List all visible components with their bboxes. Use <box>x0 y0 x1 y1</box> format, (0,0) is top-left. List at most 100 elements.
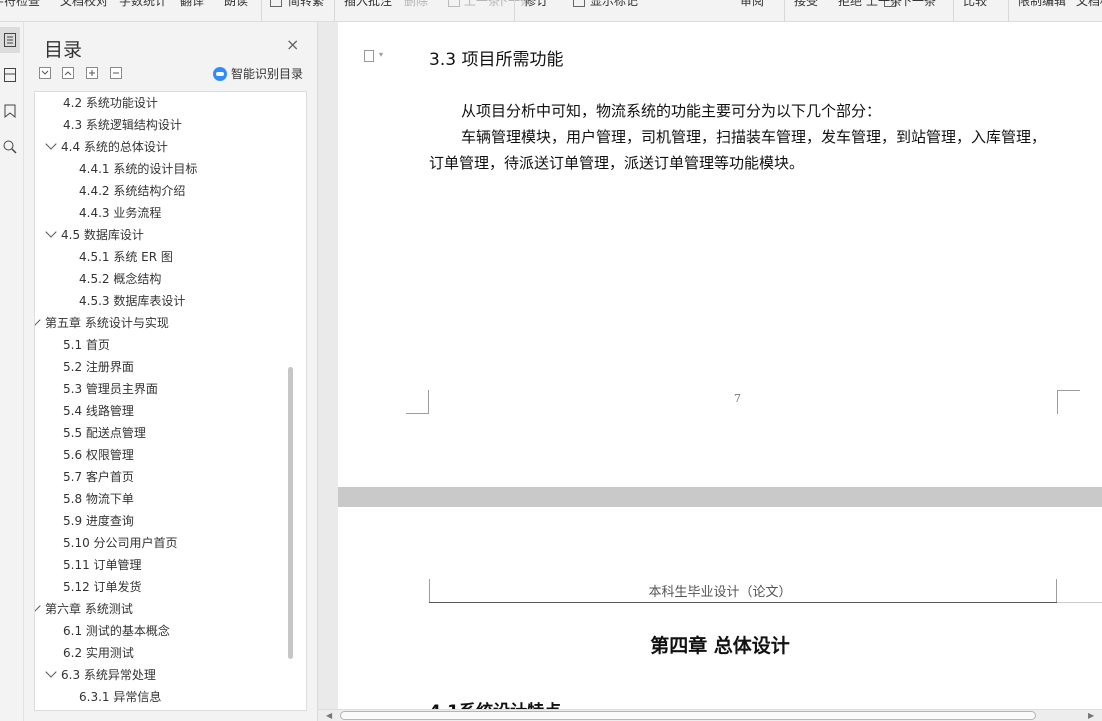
pages-rail-button[interactable] <box>0 62 20 88</box>
page-icon[interactable] <box>364 50 374 62</box>
chevron-down-icon[interactable] <box>45 138 57 150</box>
smart-toc-button[interactable]: 智能识别目录 <box>213 65 303 82</box>
toc-item-label: 4.4.3 业务流程 <box>79 206 162 220</box>
toc-item[interactable]: 4.5.3 数据库表设计 <box>79 290 185 312</box>
toc-item-label: 5.7 客户首页 <box>63 470 134 484</box>
toc-item[interactable]: 4.3 系统逻辑结构设计 <box>63 114 182 136</box>
toc-item[interactable]: 4.4.3 业务流程 <box>79 202 161 224</box>
toc-item-label: 4.5.1 系统 ER 图 <box>79 250 173 264</box>
toc-item[interactable]: 5.7 客户首页 <box>63 466 134 488</box>
header-rule <box>429 602 1057 603</box>
bookmark-icon <box>4 104 16 118</box>
add-heading-button[interactable] <box>86 67 98 79</box>
toc-scrollbar[interactable] <box>288 367 293 659</box>
toc-item[interactable]: 5.11 订单管理 <box>63 554 142 576</box>
markup-icon <box>573 0 585 7</box>
toc-item-label: 5.6 权限管理 <box>63 448 134 462</box>
ribbon-read-aloud[interactable]: 朗读 <box>224 0 248 9</box>
toc-item[interactable]: 5.2 注册界面 <box>63 356 134 378</box>
document-page: ▾ 3.3 项目所需功能 从项目分析中可知，物流系统的功能主要可分为以下几个部分… <box>338 22 1102 487</box>
smart-toc-label: 智能识别目录 <box>231 67 304 81</box>
toc-item[interactable]: 5.1 首页 <box>63 334 110 356</box>
ribbon-doc-permission[interactable]: 文档权限 <box>1076 0 1102 9</box>
ribbon-translate[interactable]: 翻译 <box>180 0 204 9</box>
side-icon-rail <box>0 22 24 721</box>
toc-item[interactable]: 5.3 管理员主界面 <box>63 378 158 400</box>
scroll-thumb[interactable] <box>340 711 1036 720</box>
toc-item-label: 5.8 物流下单 <box>63 492 134 506</box>
toc-item[interactable]: 6.1 测试的基本概念 <box>63 620 170 642</box>
toc-item-label: 4.4 系统的总体设计 <box>61 140 168 154</box>
toc-item[interactable]: 6.3.1 异常信息 <box>79 686 161 708</box>
chevron-down-icon[interactable] <box>45 666 57 678</box>
toc-item[interactable]: 5.6 权限管理 <box>63 444 134 466</box>
ribbon-word-count[interactable]: 字数统计 <box>119 0 167 9</box>
toc-item[interactable]: 4.4.1 系统的设计目标 <box>79 158 197 180</box>
toc-item[interactable]: 6.2 实用测试 <box>63 642 134 664</box>
toc-item-label: 5.12 订单发货 <box>63 580 142 594</box>
toc-item-label: 5.3 管理员主界面 <box>63 382 158 396</box>
ribbon-track-changes[interactable]: 修订 <box>524 0 548 9</box>
toc-item-label: 4.3 系统逻辑结构设计 <box>63 118 182 132</box>
chevron-up-icon <box>64 71 72 76</box>
collapse-all-button[interactable] <box>39 67 51 79</box>
toc-item[interactable]: 5.12 订单发货 <box>63 576 142 598</box>
ribbon-insert-comment[interactable]: 插入批注 <box>344 0 392 9</box>
ribbon-simplified-traditional[interactable]: 简转繁 <box>288 0 324 9</box>
close-icon[interactable]: × <box>286 37 299 53</box>
remove-heading-button[interactable] <box>110 67 122 79</box>
minus-icon <box>113 72 119 74</box>
page-number: 7 <box>734 392 741 405</box>
header-rule <box>1057 602 1102 603</box>
ribbon-check-text[interactable]: 字符检查 <box>0 0 40 9</box>
paragraph: 车辆管理模块，用户管理，司机管理，扫描装车管理，发车管理，到站管理，入库管理，订… <box>429 128 1047 172</box>
toc-item[interactable]: 5.10 分公司用户首页 <box>63 532 178 554</box>
document-vertical-margin <box>318 22 338 711</box>
chevron-down-icon[interactable] <box>35 600 41 612</box>
ribbon-restrict-editing[interactable]: 限制编辑 <box>1018 0 1066 9</box>
toc-item-label: 6.3.1 异常信息 <box>79 690 162 704</box>
chevron-down-icon[interactable] <box>45 226 57 238</box>
ribbon-reject[interactable]: 拒绝 <box>838 0 862 9</box>
ribbon-prev-change[interactable]: 上一条 <box>866 0 902 9</box>
toc-item-label: 5.1 首页 <box>63 338 110 352</box>
paragraph: 从项目分析中可知，物流系统的功能主要可分为以下几个部分： <box>461 102 882 120</box>
toc-item[interactable]: 4.4.2 系统结构介绍 <box>79 180 185 202</box>
ribbon-next-change[interactable]: 下一条 <box>900 0 936 9</box>
toc-item[interactable]: 4.2 系统功能设计 <box>63 92 158 114</box>
toc-item-label: 4.5.3 数据库表设计 <box>79 294 186 308</box>
expand-all-button[interactable] <box>62 67 74 79</box>
ribbon-review[interactable]: 审阅 <box>740 0 764 9</box>
ribbon-accept[interactable]: 接受 <box>794 0 818 9</box>
ribbon-delete-comment[interactable]: 删除 <box>404 0 428 9</box>
toc-item[interactable]: 第五章 系统设计与实现 <box>35 312 169 334</box>
page-separator <box>338 487 1102 507</box>
toc-item[interactable]: 4.5 数据库设计 <box>45 224 144 246</box>
horizontal-scrollbar[interactable]: ◀ ▶ <box>318 709 1102 721</box>
toc-item-label: 第五章 系统设计与实现 <box>45 316 169 330</box>
toc-item[interactable]: 5.5 配送点管理 <box>63 422 146 444</box>
ribbon-compare[interactable]: 比较 <box>963 0 987 9</box>
toc-item[interactable]: 6.3 系统异常处理 <box>45 664 156 686</box>
page-header: 本科生毕业设计（论文） <box>648 585 792 600</box>
toc-item[interactable]: 4.4 系统的总体设计 <box>45 136 168 158</box>
bookmark-rail-button[interactable] <box>0 98 20 124</box>
scroll-left-icon[interactable]: ◀ <box>326 710 332 721</box>
ribbon-show-markup[interactable]: 显示标记 <box>590 0 638 9</box>
toc-item[interactable]: 5.4 线路管理 <box>63 400 134 422</box>
toc-item[interactable]: 5.8 物流下单 <box>63 488 134 510</box>
scroll-right-icon[interactable]: ▶ <box>1088 710 1094 721</box>
toc-rail-button[interactable] <box>0 27 20 53</box>
ribbon-prev-comment[interactable]: 上一条 <box>464 0 500 9</box>
toc-item[interactable]: 4.5.2 概念结构 <box>79 268 161 290</box>
convert-icon <box>270 0 282 7</box>
toc-item-label: 6.2 实用测试 <box>63 646 134 660</box>
toc-item[interactable]: 第六章 系统测试 <box>35 598 133 620</box>
prev-comment-icon <box>448 0 460 7</box>
toc-item[interactable]: 5.9 进度查询 <box>63 510 134 532</box>
search-rail-button[interactable] <box>0 134 20 160</box>
toc-item[interactable]: 4.5.1 系统 ER 图 <box>79 246 173 268</box>
ribbon-proofread[interactable]: 文档校对 <box>60 0 108 9</box>
app-window: 字符检查 文档校对 字数统计 翻译 朗读 简转繁 插入批注 删除 上一条 下一条… <box>0 0 1102 721</box>
chevron-down-icon[interactable] <box>35 314 41 326</box>
